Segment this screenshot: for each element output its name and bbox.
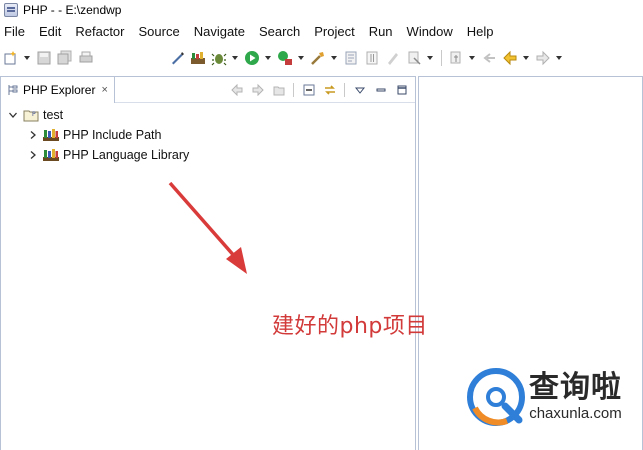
app-icon bbox=[4, 3, 18, 17]
watermark-logo-icon bbox=[467, 368, 525, 426]
pen-icon[interactable] bbox=[168, 49, 186, 67]
project-tree: P test PHP Include Path PHP Language Lib… bbox=[1, 103, 415, 165]
debug-dropdown-icon[interactable] bbox=[231, 49, 239, 67]
title-bar: PHP - - E:\zendwp bbox=[0, 0, 643, 20]
next-annotation-dropdown-icon[interactable] bbox=[468, 49, 476, 67]
menu-file[interactable]: File bbox=[4, 24, 25, 39]
menu-window[interactable]: Window bbox=[407, 24, 453, 39]
menu-source[interactable]: Source bbox=[139, 24, 180, 39]
explorer-tab-label: PHP Explorer bbox=[23, 82, 96, 97]
tools-icon[interactable] bbox=[309, 49, 327, 67]
menu-run[interactable]: Run bbox=[369, 24, 393, 39]
watermark-domain: chaxunla.com bbox=[529, 405, 622, 422]
view-menu-icon[interactable] bbox=[351, 81, 369, 99]
save-all-icon[interactable] bbox=[56, 49, 74, 67]
maximize-icon[interactable] bbox=[393, 81, 411, 99]
watermark-title: 查询啦 bbox=[529, 370, 622, 405]
menu-project[interactable]: Project bbox=[314, 24, 354, 39]
annotation-text: 建好的php项目 bbox=[272, 314, 428, 339]
debug-bug-icon[interactable] bbox=[210, 49, 228, 67]
next-annotation-icon[interactable] bbox=[447, 49, 465, 67]
menu-edit[interactable]: Edit bbox=[39, 24, 61, 39]
tree-item-label: PHP Include Path bbox=[63, 128, 162, 142]
up-folder-icon[interactable] bbox=[270, 81, 288, 99]
watermark: 查询啦 chaxunla.com bbox=[467, 362, 643, 432]
explorer-tab-icon bbox=[8, 84, 18, 95]
forward-icon[interactable] bbox=[534, 49, 552, 67]
tools-dropdown-icon[interactable] bbox=[330, 49, 338, 67]
php-explorer-view: PHP Explorer × P test PHP Include Path P… bbox=[0, 76, 416, 450]
back-dropdown-icon[interactable] bbox=[522, 49, 530, 67]
outline-icon[interactable] bbox=[342, 49, 360, 67]
last-edit-icon[interactable] bbox=[480, 49, 498, 67]
paragraph-icon[interactable] bbox=[363, 49, 381, 67]
back-icon[interactable] bbox=[501, 49, 519, 67]
explorer-tab-bar: PHP Explorer × bbox=[1, 76, 415, 103]
menu-search[interactable]: Search bbox=[259, 24, 300, 39]
forward-arrow-icon[interactable] bbox=[249, 81, 267, 99]
tree-item-label: PHP Language Library bbox=[63, 148, 190, 162]
window-title: PHP - - E:\zendwp bbox=[23, 3, 122, 17]
collapse-all-icon[interactable] bbox=[300, 81, 318, 99]
save-icon[interactable] bbox=[35, 49, 53, 67]
menu-navigate[interactable]: Navigate bbox=[194, 24, 245, 39]
close-icon[interactable]: × bbox=[101, 84, 107, 96]
chevron-down-icon[interactable] bbox=[7, 109, 19, 121]
run-external-icon[interactable] bbox=[276, 49, 294, 67]
link-with-editor-icon[interactable] bbox=[321, 81, 339, 99]
run-icon[interactable] bbox=[243, 49, 261, 67]
svg-text:P: P bbox=[32, 111, 36, 118]
menu-help[interactable]: Help bbox=[467, 24, 494, 39]
menu-refactor[interactable]: Refactor bbox=[75, 24, 124, 39]
new-dropdown-icon[interactable] bbox=[23, 49, 31, 67]
run-dropdown-icon[interactable] bbox=[264, 49, 272, 67]
tab-php-explorer[interactable]: PHP Explorer × bbox=[1, 76, 115, 103]
back-arrow-icon[interactable] bbox=[228, 81, 246, 99]
new-file-icon[interactable] bbox=[2, 49, 20, 67]
minimize-icon[interactable] bbox=[372, 81, 390, 99]
tree-item-php-include-path[interactable]: PHP Include Path bbox=[1, 125, 415, 145]
tree-item-label: test bbox=[43, 108, 64, 122]
run-external-dropdown-icon[interactable] bbox=[297, 49, 305, 67]
highlight-icon[interactable] bbox=[384, 49, 402, 67]
library-toolbar-icon[interactable] bbox=[189, 49, 207, 67]
chevron-right-icon[interactable] bbox=[27, 149, 39, 161]
tree-item-test[interactable]: P test bbox=[1, 105, 415, 125]
library-icon bbox=[43, 148, 59, 162]
main-toolbar bbox=[0, 42, 643, 74]
view-toolbar bbox=[225, 81, 411, 99]
forward-dropdown-icon[interactable] bbox=[555, 49, 563, 67]
annotation-nav-icon[interactable] bbox=[405, 49, 423, 67]
chevron-right-icon[interactable] bbox=[27, 129, 39, 141]
annotation-dropdown-icon[interactable] bbox=[426, 49, 434, 67]
php-project-icon: P bbox=[23, 108, 39, 122]
tree-item-php-language-library[interactable]: PHP Language Library bbox=[1, 145, 415, 165]
menu-bar: File Edit Refactor Source Navigate Searc… bbox=[0, 20, 643, 42]
print-icon[interactable] bbox=[77, 49, 95, 67]
library-icon bbox=[43, 128, 59, 142]
